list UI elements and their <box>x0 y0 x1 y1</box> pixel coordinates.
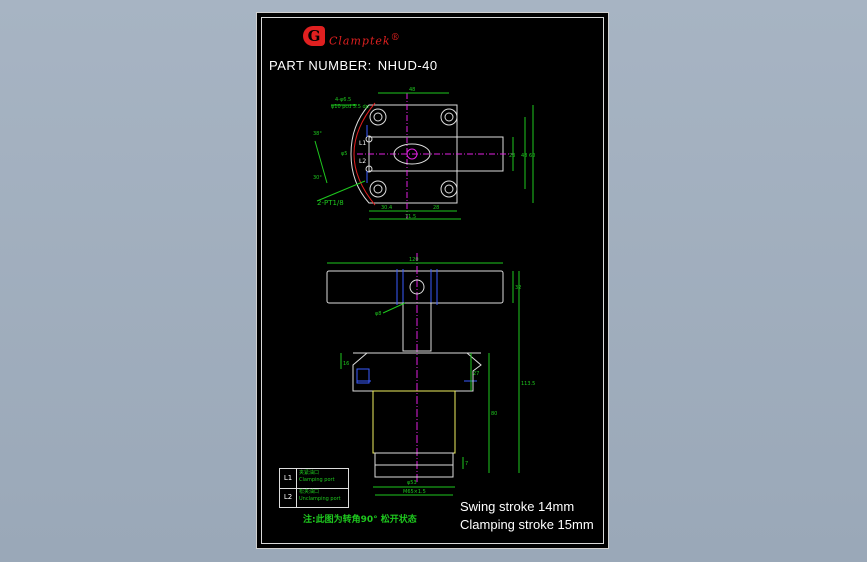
legend-cn: 夹紧油口 <box>299 470 320 476</box>
dim-overall: 71.5 <box>405 214 416 220</box>
legend-code: L1 <box>280 469 297 488</box>
legend-en: Clamping port <box>299 477 335 483</box>
legend-text: 夹紧油口 Clamping port <box>299 470 335 484</box>
legend-code: L2 <box>280 488 297 507</box>
drawing-sheet: G Clamptek® PART NUMBER: NHUD-40 48 4-φ6… <box>256 12 609 549</box>
dim-bottom-b: 28 <box>433 205 439 211</box>
dim-d2: 23 <box>509 153 515 159</box>
dim-arm-height: 32 <box>515 285 521 291</box>
dim-d3: 48 <box>521 153 527 159</box>
drawing-note: 注:此图为转角90° 松开状态 <box>303 515 417 525</box>
dim-bottom: 7 <box>465 461 468 467</box>
dim-thread: M65×1.5 <box>403 489 426 495</box>
dim-base-dia: φ53 <box>407 480 417 486</box>
dim-pin: φ8 <box>375 311 381 317</box>
side-arm <box>326 270 504 304</box>
hole-tl <box>369 108 387 126</box>
swing-stroke: Swing stroke 14mm <box>460 499 575 514</box>
dim-d1: φ5 <box>341 151 347 157</box>
dim-body-top: 27 <box>473 371 479 377</box>
legend-en: Unclamping port <box>299 496 341 502</box>
hole-tr <box>440 108 458 126</box>
legend-cn: 松夹油口 <box>299 489 320 495</box>
dim-d4: 60 <box>529 153 535 159</box>
dim-overall-height: 113.5 <box>521 381 535 387</box>
dim-counterbore: φ10 pcd 5.5 dp <box>331 104 369 110</box>
side-cylinder <box>372 390 456 454</box>
dim-ports: 2-PT1/8 <box>317 199 344 207</box>
dim-port-angle: 30° <box>313 175 322 181</box>
dim-width-top: 48 <box>409 87 415 93</box>
dim-side: 16 <box>343 361 349 367</box>
hole-br <box>440 180 458 198</box>
legend-row: L1 夹紧油口 Clamping port <box>280 469 348 489</box>
legend-row: L2 松夹油口 Unclamping port <box>280 488 348 507</box>
port-label-l2: L2 <box>359 158 366 165</box>
dim-angle: 38° <box>313 131 322 137</box>
port-label-l1: L1 <box>359 140 366 147</box>
dim-bottom-a: 30.4 <box>381 205 392 211</box>
port-legend: L1 夹紧油口 Clamping port L2 松夹油口 Unclamping p… <box>279 468 349 508</box>
dim-mid: 80 <box>491 411 497 417</box>
hole-bl <box>369 180 387 198</box>
clamping-stroke: Clamping stroke 15mm <box>460 517 594 532</box>
dim-arm-length: 120 <box>409 257 419 263</box>
dim-hole-pattern: 4-φ6.5 <box>335 97 351 103</box>
legend-text: 松夹油口 Unclamping port <box>299 489 341 503</box>
